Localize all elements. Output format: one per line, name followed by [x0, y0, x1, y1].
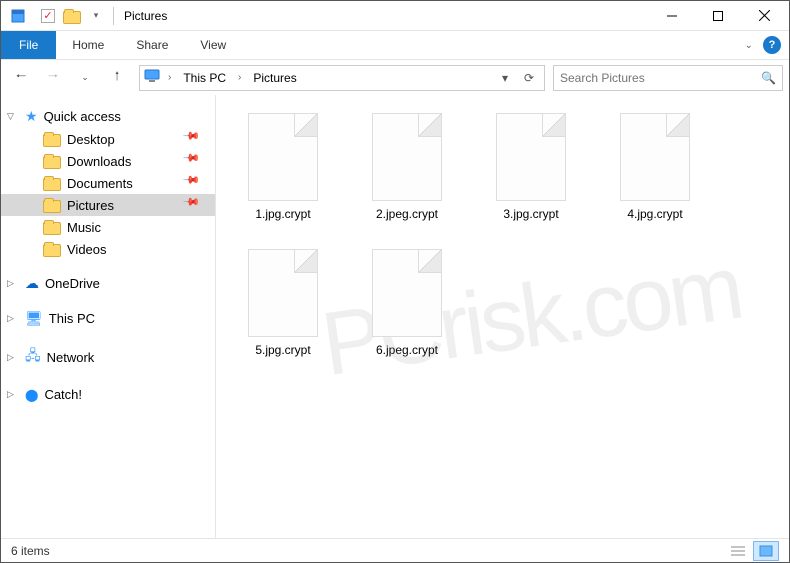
sidebar-item-label: Documents — [67, 176, 133, 191]
file-item[interactable]: 5.jpg.crypt — [230, 249, 336, 357]
sidebar-item-desktop[interactable]: Desktop 📌 — [1, 128, 215, 150]
crumb-this-pc[interactable]: This PC — [179, 69, 230, 87]
sidebar-item-videos[interactable]: Videos — [1, 238, 215, 260]
minimize-button[interactable] — [649, 1, 695, 31]
folder-icon — [43, 178, 61, 191]
close-button[interactable] — [741, 1, 787, 31]
sidebar-item-downloads[interactable]: Downloads 📌 — [1, 150, 215, 172]
file-thumbnail-icon — [248, 249, 318, 337]
sidebar-item-pictures[interactable]: Pictures 📌 — [1, 194, 215, 216]
sidebar-item-label: Downloads — [67, 154, 131, 169]
chevron-right-icon[interactable]: ▷ — [7, 352, 19, 363]
view-large-icons-button[interactable] — [753, 541, 779, 561]
file-thumbnail-icon — [372, 249, 442, 337]
tab-home[interactable]: Home — [56, 31, 120, 59]
chevron-icon[interactable]: › — [164, 72, 175, 83]
file-name: 3.jpg.crypt — [503, 207, 558, 221]
pin-icon: 📌 — [182, 148, 208, 174]
sidebar-item-label: Pictures — [67, 198, 114, 213]
sidebar-item-documents[interactable]: Documents 📌 — [1, 172, 215, 194]
check-icon[interactable]: ✓ — [37, 5, 59, 27]
file-thumbnail-icon — [620, 113, 690, 201]
pin-icon: 📌 — [182, 192, 208, 218]
maximize-button[interactable] — [695, 1, 741, 31]
sidebar-network[interactable]: ▷ 🖧 Network — [1, 342, 215, 372]
window-controls — [649, 1, 787, 31]
status-item-count: 6 items — [11, 544, 50, 558]
file-thumbnail-icon — [372, 113, 442, 201]
pin-icon: 📌 — [182, 126, 208, 152]
properties-icon[interactable] — [7, 5, 29, 27]
crumb-pictures[interactable]: Pictures — [249, 69, 300, 87]
qat-dropdown-icon[interactable]: ▾ — [85, 5, 107, 27]
folder-open-icon[interactable] — [61, 5, 83, 27]
folder-icon — [43, 244, 61, 257]
tab-share[interactable]: Share — [120, 31, 184, 59]
pin-icon: 📌 — [182, 170, 208, 196]
file-name: 1.jpg.crypt — [255, 207, 310, 221]
chevron-down-icon[interactable]: ▽ — [7, 111, 19, 122]
view-details-button[interactable] — [725, 541, 751, 561]
tab-view[interactable]: View — [184, 31, 242, 59]
status-bar: 6 items — [1, 538, 789, 562]
file-name: 5.jpg.crypt — [255, 343, 310, 357]
sidebar-this-pc[interactable]: ▷ 🖥 This PC — [1, 307, 215, 330]
file-item[interactable]: 6.jpeg.crypt — [354, 249, 460, 357]
network-icon: 🖧 — [25, 345, 41, 369]
chevron-right-icon[interactable]: ▷ — [7, 313, 19, 324]
sidebar-onedrive[interactable]: ▷ ☁ OneDrive — [1, 272, 215, 295]
window-title: Pictures — [120, 9, 167, 23]
file-thumbnail-icon — [496, 113, 566, 201]
navigation-bar: 🠐 🠒 ⌄ 🠑 › This PC › Pictures ▾ ⟳ 🔍 — [1, 59, 789, 95]
catch-icon: ⬤ — [25, 388, 38, 402]
sidebar-item-label: Videos — [67, 242, 107, 257]
nav-pane[interactable]: ▽ ★ Quick access Desktop 📌 Downloads 📌 D… — [1, 95, 216, 538]
sidebar-item-label: Music — [67, 220, 101, 235]
folder-icon — [43, 222, 61, 235]
file-item[interactable]: 2.jpeg.crypt — [354, 113, 460, 221]
chevron-right-icon[interactable]: ▷ — [7, 278, 19, 289]
help-button[interactable]: ? — [763, 36, 781, 54]
folder-icon — [43, 134, 61, 147]
file-name: 6.jpeg.crypt — [376, 343, 438, 357]
chevron-icon[interactable]: › — [234, 72, 245, 83]
content-area: ▽ ★ Quick access Desktop 📌 Downloads 📌 D… — [1, 95, 789, 538]
search-icon[interactable]: 🔍 — [761, 71, 776, 85]
sidebar-quick-access[interactable]: ▽ ★ Quick access — [1, 105, 215, 128]
sidebar-item-label: Desktop — [67, 132, 115, 147]
back-button[interactable]: 🠐 — [7, 64, 35, 92]
file-item[interactable]: 4.jpg.crypt — [602, 113, 708, 221]
cloud-icon: ☁ — [25, 275, 39, 292]
ribbon: File Home Share View ⌄ ? — [1, 31, 789, 59]
expand-ribbon-icon[interactable]: ⌄ — [745, 40, 753, 51]
refresh-button[interactable]: ⟳ — [518, 67, 540, 89]
file-name: 2.jpeg.crypt — [376, 207, 438, 221]
search-box[interactable]: 🔍 — [553, 65, 783, 91]
up-button[interactable]: 🠑 — [103, 64, 131, 92]
star-icon: ★ — [25, 108, 38, 125]
quick-access-toolbar: ✓ ▾ — [3, 1, 107, 31]
forward-button[interactable]: 🠒 — [39, 64, 67, 92]
folder-icon — [43, 156, 61, 169]
file-pane[interactable]: PCrisk.com 1.jpg.crypt 2.jpeg.crypt 3.jp… — [216, 95, 789, 538]
file-item[interactable]: 3.jpg.crypt — [478, 113, 584, 221]
search-input[interactable] — [560, 71, 761, 85]
address-dropdown-icon[interactable]: ▾ — [494, 67, 516, 89]
titlebar-separator — [113, 7, 114, 25]
chevron-right-icon[interactable]: ▷ — [7, 389, 19, 400]
sidebar-item-music[interactable]: Music — [1, 216, 215, 238]
folder-icon — [43, 200, 61, 213]
file-thumbnail-icon — [248, 113, 318, 201]
recent-dropdown[interactable]: ⌄ — [71, 64, 99, 92]
file-item[interactable]: 1.jpg.crypt — [230, 113, 336, 221]
file-name: 4.jpg.crypt — [627, 207, 682, 221]
monitor-icon: 🖥 — [25, 310, 43, 327]
titlebar: ✓ ▾ Pictures — [1, 1, 789, 31]
sidebar-catch[interactable]: ▷ ⬤ Catch! — [1, 384, 215, 405]
file-tab[interactable]: File — [1, 31, 56, 59]
address-bar[interactable]: › This PC › Pictures ▾ ⟳ — [139, 65, 545, 91]
pc-icon — [144, 69, 160, 86]
